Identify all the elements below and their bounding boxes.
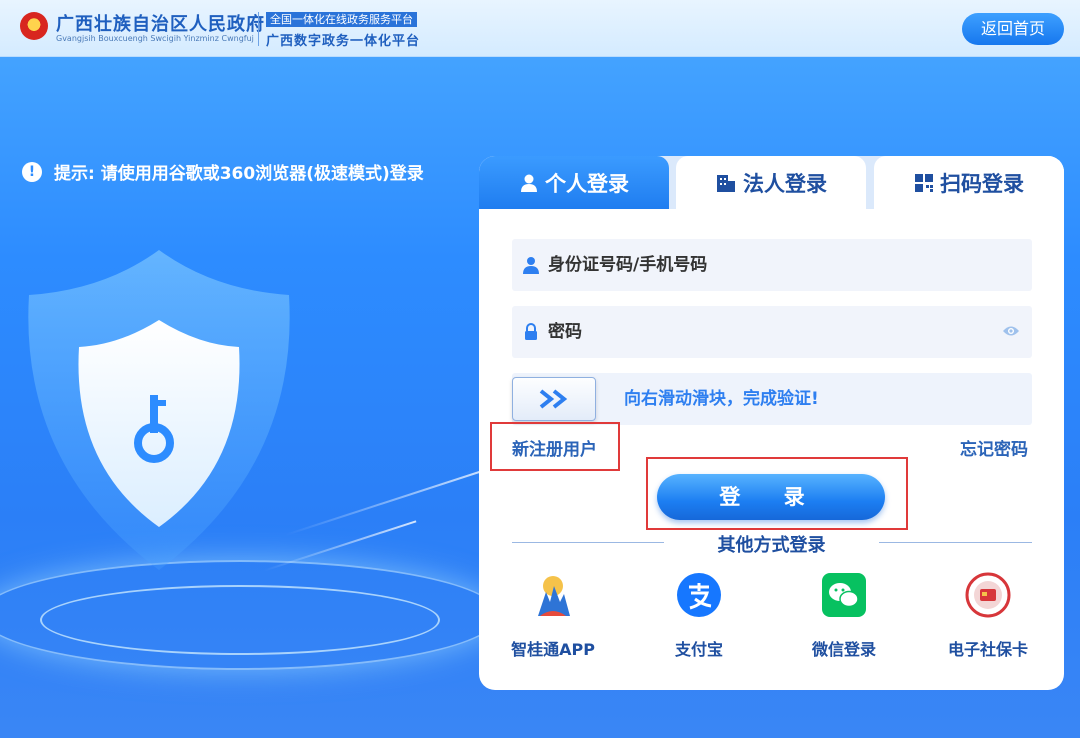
method-label: 支付宝 <box>674 640 723 659</box>
method-label: 智桂通APP <box>511 640 595 659</box>
qrcode-icon <box>915 173 933 192</box>
tab-label: 个人登录 <box>545 171 629 196</box>
browser-notice: ! 提示: 请使用用谷歌或360浏览器(极速模式)登录 <box>22 159 424 184</box>
slider-hint-text: 向右滑动滑块，完成验证! <box>624 389 819 409</box>
password-field <box>512 306 1032 358</box>
password-input[interactable] <box>548 322 1032 342</box>
back-home-button[interactable]: 返回首页 <box>962 13 1064 45</box>
security-shield-icon <box>14 245 304 575</box>
login-card: 个人登录 法人登录 扫码登录 向右滑动滑块，完成验证! 新注册用户 忘记密码 登… <box>479 156 1064 690</box>
lock-icon <box>525 323 537 340</box>
slider-handle[interactable] <box>512 377 596 421</box>
gov-subtitle: Gvangjsih Bouxcuengh Swcigih Yinzminz Cw… <box>56 34 254 43</box>
platform-name: 广西数字政务一体化平台 <box>266 34 421 49</box>
national-emblem-icon <box>20 12 48 40</box>
login-tabs: 个人登录 法人登录 扫码登录 <box>479 156 1064 209</box>
username-input[interactable] <box>548 255 1032 275</box>
alipay-icon <box>677 573 721 617</box>
eye-icon[interactable] <box>1002 324 1020 338</box>
platform-badge: 全国一体化在线政务服务平台 <box>266 12 417 27</box>
method-label: 电子社保卡 <box>947 640 1028 659</box>
header-divider <box>258 12 259 46</box>
building-icon <box>717 174 735 192</box>
login-method-wechat[interactable]: 微信登录 <box>794 572 894 660</box>
person-icon <box>521 174 537 192</box>
tab-label: 法人登录 <box>743 171 827 196</box>
forgot-password-link[interactable]: 忘记密码 <box>960 435 1028 460</box>
login-method-zhiguitong[interactable]: 智桂通APP <box>503 572 603 660</box>
username-field <box>512 239 1032 291</box>
slide-verification: 向右滑动滑块，完成验证! <box>512 373 1032 425</box>
platform-glow-ring-inner <box>40 585 440 655</box>
method-label: 微信登录 <box>811 640 876 659</box>
login-method-social-security-card[interactable]: 电子社保卡 <box>938 572 1038 660</box>
other-login-title: 其他方式登录 <box>717 535 826 556</box>
exclamation-icon: ! <box>22 161 42 182</box>
tab-label: 扫码登录 <box>940 171 1024 196</box>
gov-title: 广西壮族自治区人民政府 <box>56 14 265 35</box>
wechat-icon <box>822 573 866 617</box>
zhiguitong-icon <box>538 576 570 616</box>
social-security-card-icon <box>965 572 1011 618</box>
tab-legal-person-login[interactable]: 法人登录 <box>676 156 866 209</box>
light-beam <box>285 466 495 536</box>
tab-qrcode-login[interactable]: 扫码登录 <box>874 156 1064 209</box>
user-icon <box>523 257 539 274</box>
top-header: 广西壮族自治区人民政府 Gvangjsih Bouxcuengh Swcigih… <box>0 0 1080 57</box>
double-chevron-right-icon <box>539 389 568 409</box>
highlight-box-register <box>490 422 620 471</box>
login-button[interactable]: 登 录 <box>657 474 885 520</box>
tab-personal-login[interactable]: 个人登录 <box>479 156 669 209</box>
notice-text: 提示: 请使用用谷歌或360浏览器(极速模式)登录 <box>54 164 424 184</box>
login-method-alipay[interactable]: 支付宝 <box>649 572 749 660</box>
